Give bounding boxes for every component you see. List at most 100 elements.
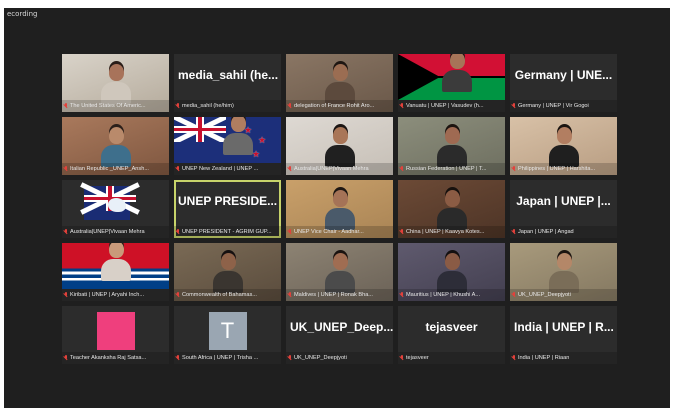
participant-name-label: Germany | UNEP | Vir Gogoi [510,100,617,112]
participant-name-label: Australia|UNEP|Vivaan Mehra [62,226,169,238]
mic-muted-icon [400,355,404,361]
participant-tile[interactable]: UNEP Vice Chair - Aadhar... [286,180,393,238]
participant-tile[interactable]: Commonwealth of Bahamas... [174,243,281,301]
participant-tile[interactable]: Teacher Akanksha Raj Satsa... [62,306,169,364]
participant-name-label: India | UNEP | Riaan [510,352,617,364]
participant-name-label: UK_UNEP_Deepjyoti [286,352,393,364]
participant-tile[interactable]: T South Africa | UNEP | Trisha ... [174,306,281,364]
participant-name: Kiribati | UNEP | Aryahi Inch... [70,292,144,298]
participant-tile[interactable]: Philippines | UNEP | Harshita... [510,117,617,175]
mic-muted-icon [288,166,292,172]
participant-tile[interactable]: Russian Federation | UNEP | T... [398,117,505,175]
participant-name: Philippines | UNEP | Harshita... [518,166,596,172]
participant-tile[interactable]: UNEP PRESIDE... UNEP PRESIDENT - AGRIM GU… [174,180,281,238]
participant-name: Japan | UNEP | Angad [518,229,574,235]
participant-name: Mauritius | UNEP | Khushi A... [406,292,480,298]
participant-name-label: China | UNEP | Kaavya Kotes... [398,226,505,238]
mic-muted-icon [288,229,292,235]
mic-muted-icon [400,229,404,235]
participant-tile[interactable]: Mauritius | UNEP | Khushi A... [398,243,505,301]
participant-tile[interactable]: Japan | UNEP |... Japan | UNEP | Angad [510,180,617,238]
participant-name: UNEP PRESIDENT - AGRIM GUP... [182,229,272,235]
participant-display-name: tejasveer [425,320,478,334]
participant-display-name: India | UNEP | R... [514,320,614,334]
participant-name: Australia|UNEP|Vivaan Mehra [70,229,145,235]
recording-indicator: ecording [7,10,38,18]
participant-video [548,125,579,167]
mic-muted-icon [64,166,68,172]
participant-video [212,251,243,293]
mic-muted-icon [288,355,292,361]
participant-name-label: delegation of France Rohit Aro... [286,100,393,112]
participant-video [324,62,355,104]
mic-muted-icon [64,355,68,361]
participant-name: Australia|UNEP|Vivaan Mehra [294,166,369,172]
participant-name-label: Italian Republic _UNEP_Ansh... [62,163,169,175]
participant-name: Commonwealth of Bahamas... [182,292,257,298]
participant-name: Maldives | UNEP | Ronak Bha... [294,292,373,298]
mic-muted-icon [512,103,516,109]
participant-tile[interactable]: media_sahil (he... media_sahil (he/him) [174,54,281,112]
mic-muted-icon [64,103,68,109]
participant-tile[interactable]: Germany | UNE... Germany | UNEP | Vir Gog… [510,54,617,112]
participant-video [100,125,131,167]
kiribati-flag [62,243,169,289]
participant-display-name: Germany | UNE... [514,68,613,82]
participant-tile[interactable]: The United States Of Americ... [62,54,169,112]
participant-name-label: Australia|UNEP|Vivaan Mehra [286,163,393,175]
participant-tile[interactable]: China | UNEP | Kaavya Kotes... [398,180,505,238]
participant-name: Germany | UNEP | Vir Gogoi [518,103,589,109]
participant-name-label: Russian Federation | UNEP | T... [398,163,505,175]
participant-grid: The United States Of Americ... media_sahi… [62,54,617,364]
participant-video [100,62,131,104]
participant-name: South Africa | UNEP | Trisha ... [182,355,259,361]
participant-tile[interactable]: UK_UNEP_Deepjyoti [510,243,617,301]
participant-tile[interactable]: India | UNEP | R... India | UNEP | Riaan [510,306,617,364]
participant-tile[interactable]: Kiribati | UNEP | Aryahi Inch... [62,243,169,301]
mic-muted-icon [176,166,180,172]
australia-flag-image [80,182,140,220]
avatar-initial: T [208,312,247,350]
mic-muted-icon [400,166,404,172]
mic-muted-icon [176,355,180,361]
participant-tile[interactable]: Australia|UNEP|Vivaan Mehra [286,117,393,175]
mic-muted-icon [512,292,516,298]
participant-name: delegation of France Rohit Aro... [294,103,375,109]
participant-name: The United States Of Americ... [70,103,146,109]
participant-name: UNEP New Zealand | UNEP ... [182,166,259,172]
participant-tile[interactable]: delegation of France Rohit Aro... [286,54,393,112]
participant-tile[interactable]: Maldives | UNEP | Ronak Bha... [286,243,393,301]
participant-name-label: Japan | UNEP | Angad [510,226,617,238]
participant-name-label: tejasveer [398,352,505,364]
participant-tile[interactable]: Australia|UNEP|Vivaan Mehra [62,180,169,238]
participant-name-label: UNEP New Zealand | UNEP ... [174,163,281,175]
participant-video [324,188,355,230]
participant-tile[interactable]: ★★★★ UNEP New Zealand | UNEP ... [174,117,281,175]
meeting-window: ecording The United States Of Americ... m… [4,8,670,408]
mic-muted-icon [512,229,516,235]
participant-video [324,251,355,293]
mic-muted-icon [512,355,516,361]
participant-tile[interactable]: UK_UNEP_Deep... UK_UNEP_Deepjyoti [286,306,393,364]
mic-muted-icon [176,292,180,298]
participant-name: Vanuatu | UNEP | Vasudev (h... [406,103,484,109]
participant-video [436,188,467,230]
profile-picture [96,312,135,350]
participant-name: Teacher Akanksha Raj Satsa... [70,355,147,361]
participant-name: media_sahil (he/him) [182,103,234,109]
participant-name-label: Kiribati | UNEP | Aryahi Inch... [62,289,169,301]
participant-tile[interactable]: tejasveer tejasveer [398,306,505,364]
participant-name: UK_UNEP_Deepjyoti [294,355,347,361]
participant-name-label: UNEP Vice Chair - Aadhar... [286,226,393,238]
participant-tile[interactable]: Vanuatu | UNEP | Vasudev (h... [398,54,505,112]
participant-display-name: Japan | UNEP |... [516,194,611,208]
participant-tile[interactable]: Italian Republic _UNEP_Ansh... [62,117,169,175]
participant-name: tejasveer [406,355,429,361]
mic-muted-icon [176,229,180,235]
mic-muted-icon [400,103,404,109]
participant-video [548,251,579,293]
participant-name-label: Philippines | UNEP | Harshita... [510,163,617,175]
participant-name-label: media_sahil (he/him) [174,100,281,112]
participant-name-label: Maldives | UNEP | Ronak Bha... [286,289,393,301]
mic-muted-icon [288,292,292,298]
